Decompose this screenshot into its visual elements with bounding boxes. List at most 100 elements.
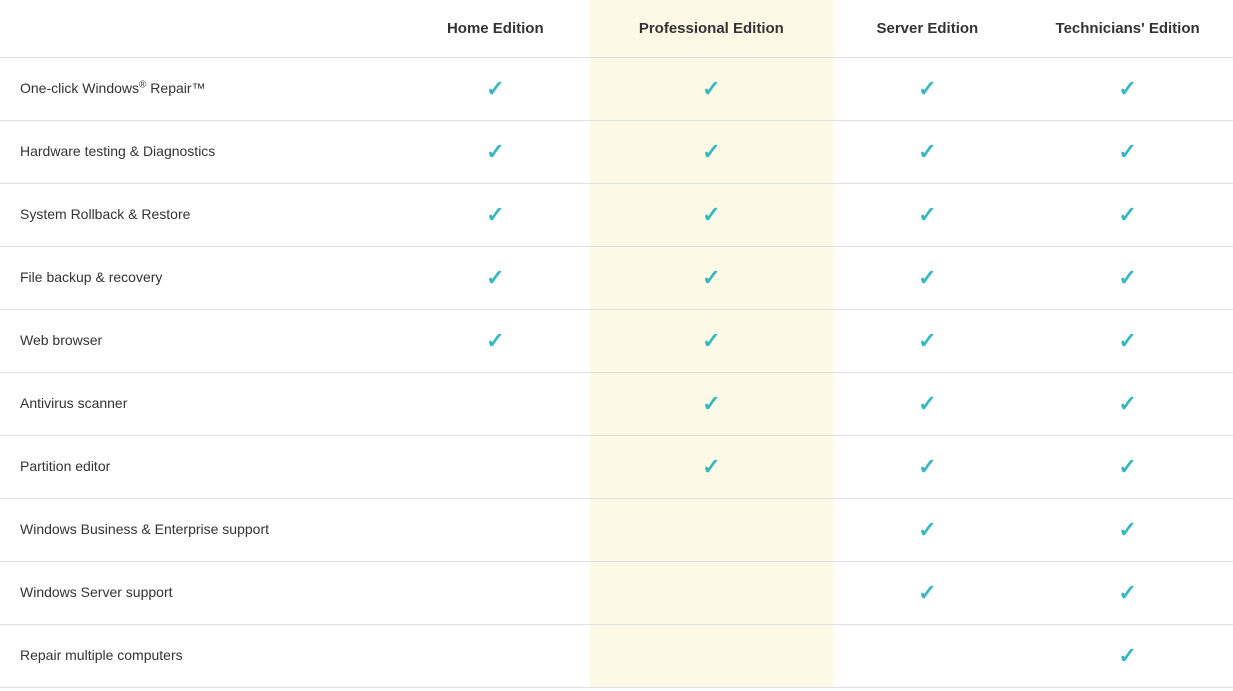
cell-home: ✓	[400, 310, 590, 373]
cell-professional: ✓	[590, 373, 832, 436]
feature-cell: System Rollback & Restore	[0, 184, 400, 247]
cell-technicians: ✓	[1022, 562, 1233, 625]
cell-professional: ✓	[590, 58, 832, 121]
comparison-table: Home Edition Professional Edition Server…	[0, 0, 1233, 688]
checkmark-icon: ✓	[918, 139, 936, 165]
cell-server: ✓	[833, 310, 1023, 373]
cell-technicians: ✓	[1022, 625, 1233, 688]
feature-cell: File backup & recovery	[0, 247, 400, 310]
checkmark-icon: ✓	[1118, 265, 1136, 291]
cell-professional: ✓	[590, 436, 832, 499]
cell-server: ✓	[833, 499, 1023, 562]
checkmark-icon: ✓	[1118, 391, 1136, 417]
table-row: Windows Business & Enterprise support ✓ ✓	[0, 499, 1233, 562]
table-row: Windows Server support ✓ ✓	[0, 562, 1233, 625]
cell-technicians: ✓	[1022, 121, 1233, 184]
feature-name: Repair multiple computers	[20, 647, 183, 663]
cell-home	[400, 562, 590, 625]
feature-cell: Hardware testing & Diagnostics	[0, 121, 400, 184]
checkmark-icon: ✓	[702, 391, 720, 417]
feature-cell: Antivirus scanner	[0, 373, 400, 436]
checkmark-icon: ✓	[1118, 139, 1136, 165]
cell-professional	[590, 562, 832, 625]
cell-home: ✓	[400, 58, 590, 121]
cell-technicians: ✓	[1022, 310, 1233, 373]
cell-home: ✓	[400, 184, 590, 247]
feature-name: File backup & recovery	[20, 269, 162, 285]
cell-home: ✓	[400, 247, 590, 310]
table-row: Repair multiple computers ✓	[0, 625, 1233, 688]
checkmark-icon: ✓	[918, 265, 936, 291]
feature-name: Windows Server support	[20, 584, 173, 600]
cell-professional: ✓	[590, 247, 832, 310]
cell-professional: ✓	[590, 121, 832, 184]
feature-name: Web browser	[20, 332, 102, 348]
checkmark-icon: ✓	[1118, 76, 1136, 102]
table-row: Web browser ✓ ✓ ✓ ✓	[0, 310, 1233, 373]
cell-server: ✓	[833, 436, 1023, 499]
table-row: File backup & recovery ✓ ✓ ✓ ✓	[0, 247, 1233, 310]
table-row: System Rollback & Restore ✓ ✓ ✓ ✓	[0, 184, 1233, 247]
checkmark-icon: ✓	[918, 454, 936, 480]
checkmark-icon: ✓	[702, 328, 720, 354]
cell-server: ✓	[833, 247, 1023, 310]
col-header-professional: Professional Edition	[590, 0, 832, 58]
col-header-home: Home Edition	[400, 0, 590, 58]
checkmark-icon: ✓	[702, 139, 720, 165]
cell-professional	[590, 625, 832, 688]
cell-server: ✓	[833, 58, 1023, 121]
feature-name: Antivirus scanner	[20, 395, 127, 411]
cell-home	[400, 499, 590, 562]
col-header-technicians: Technicians' Edition	[1022, 0, 1233, 58]
table-row: Antivirus scanner ✓ ✓ ✓	[0, 373, 1233, 436]
table-row: Partition editor ✓ ✓ ✓	[0, 436, 1233, 499]
checkmark-icon: ✓	[918, 202, 936, 228]
cell-server: ✓	[833, 121, 1023, 184]
feature-cell: Web browser	[0, 310, 400, 373]
checkmark-icon: ✓	[918, 580, 936, 606]
cell-home: ✓	[400, 121, 590, 184]
cell-technicians: ✓	[1022, 499, 1233, 562]
checkmark-icon: ✓	[918, 76, 936, 102]
cell-technicians: ✓	[1022, 247, 1233, 310]
checkmark-icon: ✓	[1118, 580, 1136, 606]
cell-home	[400, 436, 590, 499]
feature-name: Hardware testing & Diagnostics	[20, 143, 215, 159]
feature-name: Windows Business & Enterprise support	[20, 521, 269, 537]
cell-server	[833, 625, 1023, 688]
checkmark-icon: ✓	[486, 76, 504, 102]
cell-server: ✓	[833, 184, 1023, 247]
checkmark-icon: ✓	[486, 328, 504, 354]
cell-server: ✓	[833, 562, 1023, 625]
checkmark-icon: ✓	[1118, 202, 1136, 228]
cell-professional	[590, 499, 832, 562]
checkmark-icon: ✓	[702, 76, 720, 102]
checkmark-icon: ✓	[918, 391, 936, 417]
cell-technicians: ✓	[1022, 58, 1233, 121]
col-header-server: Server Edition	[833, 0, 1023, 58]
cell-technicians: ✓	[1022, 436, 1233, 499]
feature-cell: Partition editor	[0, 436, 400, 499]
cell-server: ✓	[833, 373, 1023, 436]
cell-professional: ✓	[590, 184, 832, 247]
checkmark-icon: ✓	[918, 328, 936, 354]
checkmark-icon: ✓	[1118, 454, 1136, 480]
col-header-feature	[0, 0, 400, 58]
cell-home	[400, 373, 590, 436]
cell-professional: ✓	[590, 310, 832, 373]
checkmark-icon: ✓	[918, 517, 936, 543]
feature-name: One-click Windows® Repair™	[20, 80, 206, 96]
cell-technicians: ✓	[1022, 184, 1233, 247]
cell-home	[400, 625, 590, 688]
checkmark-icon: ✓	[486, 265, 504, 291]
checkmark-icon: ✓	[702, 202, 720, 228]
feature-cell: Windows Server support	[0, 562, 400, 625]
checkmark-icon: ✓	[486, 139, 504, 165]
checkmark-icon: ✓	[1118, 517, 1136, 543]
feature-name: System Rollback & Restore	[20, 206, 190, 222]
checkmark-icon: ✓	[486, 202, 504, 228]
feature-cell: Repair multiple computers	[0, 625, 400, 688]
feature-cell: One-click Windows® Repair™	[0, 58, 400, 121]
checkmark-icon: ✓	[702, 454, 720, 480]
feature-cell: Windows Business & Enterprise support	[0, 499, 400, 562]
